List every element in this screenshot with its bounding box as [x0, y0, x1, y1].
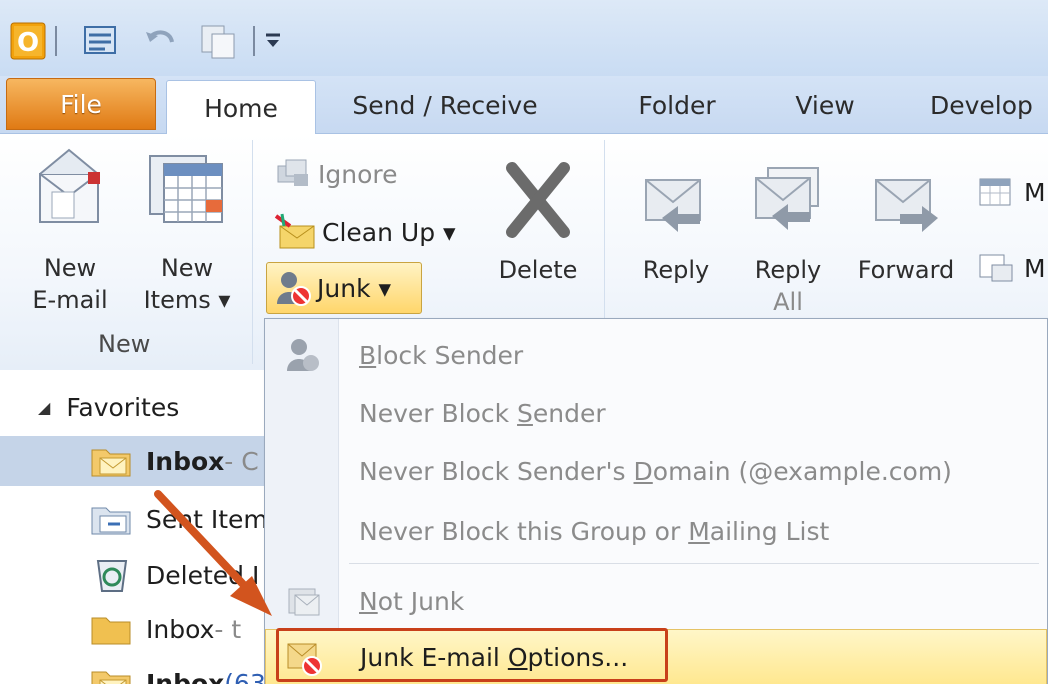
inbox-account-suffix: - C [224, 446, 259, 476]
favorites-label: Favorites [66, 392, 180, 422]
folder-icon [91, 617, 131, 645]
inbox-label: Inbox [146, 446, 225, 476]
reply-all-label-2: All [773, 288, 803, 316]
block-sender-icon [287, 339, 319, 371]
title-bar: O [0, 0, 1048, 76]
meeting-label: M [1024, 177, 1046, 207]
more-button[interactable]: M [976, 248, 1046, 288]
group-separator [252, 140, 253, 364]
junk-person-icon [277, 272, 311, 306]
callout-arrow [154, 490, 272, 616]
meeting-icon [979, 178, 1011, 206]
more-icon [979, 254, 1013, 282]
group-label-new: New [98, 330, 151, 358]
reply-all-label-1: Reply [754, 256, 822, 284]
recycle-bin-icon [96, 560, 128, 592]
reply-icon [645, 179, 701, 232]
tab-view[interactable]: View [770, 76, 880, 134]
copy-icon[interactable] [194, 20, 244, 62]
ignore-icon [277, 159, 308, 186]
new-items-button[interactable]: New Items ▾ [132, 144, 242, 314]
not-junk-label: Not Junk [359, 586, 465, 616]
never-block-domain-label: Never Block Sender's Domain (@example.co… [359, 456, 952, 486]
reply-label: Reply [642, 256, 710, 284]
ignore-label: Ignore [318, 159, 398, 189]
forward-icon [875, 179, 938, 232]
clean-up-icon [274, 213, 315, 249]
favorites-header[interactable]: ◢ Favorites [0, 382, 270, 432]
new-email-label-2: E-mail [32, 286, 108, 314]
clean-up-button[interactable]: Clean Up ▾ [274, 212, 456, 252]
folder-item-inbox-3[interactable]: Inbox (63 [0, 658, 270, 684]
clean-up-label: Clean Up ▾ [322, 217, 456, 247]
collapse-triangle-icon: ◢ [38, 397, 51, 417]
junk-button[interactable]: Junk ▾ [266, 262, 422, 314]
send-receive-all-icon[interactable] [76, 20, 126, 62]
tab-send-receive[interactable]: Send / Receive [330, 76, 560, 134]
inbox-3-label: Inbox [146, 668, 225, 684]
inbox-folder-icon [91, 449, 131, 477]
ribbon-tabs: File Home Send / Receive Folder View Dev… [0, 76, 1048, 135]
meeting-button[interactable]: M [976, 172, 1046, 212]
never-block-group-label: Never Block this Group or Mailing List [359, 516, 830, 546]
qat-separator [252, 20, 256, 62]
highlight-box [276, 628, 668, 682]
forward-button[interactable]: Forward [846, 144, 966, 324]
menu-item-block-sender[interactable]: Block Sender [265, 327, 1047, 383]
forward-label: Forward [857, 256, 955, 284]
new-items-label-2: Items ▾ [143, 286, 231, 314]
tab-developer[interactable]: Develop [930, 76, 1048, 134]
block-sender-label: Block Sender [359, 340, 524, 370]
svg-text:O: O [17, 28, 39, 58]
ignore-button[interactable]: Ignore [274, 154, 398, 194]
inbox-3-folder-icon [91, 671, 131, 684]
tab-folder[interactable]: Folder [612, 76, 742, 134]
reply-button[interactable]: Reply [628, 144, 724, 324]
delete-label: Delete [498, 256, 578, 284]
undo-icon[interactable] [140, 20, 182, 62]
delete-icon [506, 162, 570, 238]
calendar-icon [149, 155, 223, 223]
reply-all-button[interactable]: Reply All [736, 144, 840, 324]
qat-separator [54, 20, 58, 62]
tab-file[interactable]: File [6, 78, 156, 130]
new-email-label-1: New [43, 254, 97, 282]
inbox-3-count: (63 [224, 668, 266, 684]
menu-item-never-block-sender[interactable]: Never Block Sender [265, 385, 1047, 441]
sent-items-folder-icon [91, 507, 131, 535]
menu-separator [349, 563, 1039, 564]
new-email-icon [39, 148, 100, 223]
menu-item-never-block-group[interactable]: Never Block this Group or Mailing List [265, 503, 1047, 559]
menu-item-never-block-domain[interactable]: Never Block Sender's Domain (@example.co… [265, 443, 1047, 499]
never-block-sender-label: Never Block Sender [359, 398, 606, 428]
delete-button[interactable]: Delete [488, 144, 588, 294]
new-items-label-1: New [160, 254, 214, 282]
not-junk-icon [288, 588, 320, 616]
outlook-logo-icon[interactable]: O [8, 20, 48, 62]
new-email-button[interactable]: New E-mail [22, 144, 118, 314]
folder-item-inbox[interactable]: Inbox - C [0, 436, 270, 486]
junk-label: Junk ▾ [317, 273, 392, 303]
tab-home[interactable]: Home [166, 80, 316, 135]
more-label: M [1024, 253, 1046, 283]
customize-qat-icon[interactable] [260, 20, 286, 62]
reply-all-icon [755, 167, 819, 230]
menu-item-not-junk[interactable]: Not Junk [265, 573, 1047, 629]
